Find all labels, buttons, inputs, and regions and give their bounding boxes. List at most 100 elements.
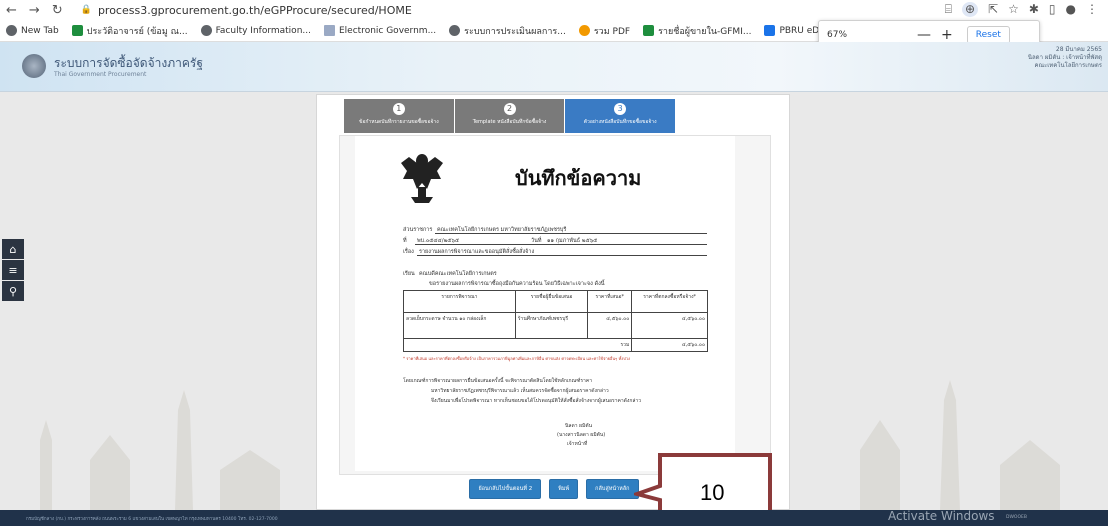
table-header-row: รายการพิจารณา รายชื่อผู้ยื่นข้อเสนอ ราคา… <box>403 290 708 313</box>
table-header: ราคาที่เสนอ* <box>587 290 633 313</box>
bookmark-item[interactable]: New Tab <box>6 25 59 36</box>
search-icon[interactable]: ⚲ <box>2 281 24 301</box>
emblem-icon <box>323 25 335 36</box>
memo-document: บันทึกข้อความ ส่วนราชการ คณะเทคโนโลยีการ… <box>355 136 735 471</box>
step-label: ข้อกำหนดบันทึกรายงานขอซื้อขอจ้าง <box>359 119 439 125</box>
site-subtitle: Thai Government Procurement <box>54 71 147 78</box>
table-header: รายชื่อผู้ยื่นข้อเสนอ <box>514 290 589 313</box>
lock-icon[interactable]: 🔒 <box>81 5 92 15</box>
step-label: Template หนังสือบันทึกข้อซื้อจ้าง <box>472 119 547 125</box>
bookmark-item[interactable]: ประวัติอาจารย์ (ข้อมู ณ... <box>71 24 188 38</box>
step-label: ตัวอย่างหนังสือบันทึกขอซื้อขอจ้าง <box>583 119 657 125</box>
total-label: รวม <box>402 338 633 352</box>
share-icon[interactable]: ⇱ <box>988 2 998 17</box>
agency-label: ส่วนราชการ <box>403 227 433 233</box>
bookmark-item[interactable]: Faculty Information... <box>200 25 311 36</box>
footer-text: กรมบัญชีกลาง (กบ.) กระทรวงการคลัง ถนนพระ… <box>26 516 278 522</box>
bookmark-item[interactable]: รายชื่อผู้ขายใน-GFMI... <box>643 24 751 38</box>
user-info: 28 มีนาคม 2565 นิลดา ผมิตัน : เจ้าหน้าที… <box>1028 46 1102 70</box>
ref-label: ที่ <box>403 238 407 244</box>
browser-nav: ← → ↻ <box>6 3 63 18</box>
url-text[interactable]: process3.gprocurement.go.th/eGPProcure/s… <box>98 4 412 17</box>
table-total-row: รวม ๔,๕๖๐.๐๐ <box>402 338 708 352</box>
table-cell: ร้านศึกษาภัณฑ์เพชรบุรี <box>514 312 589 339</box>
print-button[interactable]: พิมพ์ <box>549 479 579 499</box>
profile-icon[interactable]: ● <box>1066 2 1076 17</box>
step-3[interactable]: 3 ตัวอย่างหนังสือบันทึกขอซื้อขอจ้าง <box>565 99 677 133</box>
table-cell: ลวดเย็บกระดาษ จำนวน ๑๐ กล่องเล็ก <box>403 312 516 339</box>
globe-icon <box>200 25 212 36</box>
bookmark-label: ระบบการประเมินผลการ... <box>464 26 566 37</box>
sheet-icon <box>643 25 655 36</box>
zoom-icon[interactable]: ⊕ <box>961 2 979 17</box>
signer-name: นิลดา ผมิตัน <box>565 423 593 429</box>
user-dept: คณะเทคโนโลยีการเกษตร <box>1034 62 1102 69</box>
bookmark-item[interactable]: ระบบการประเมินผลการ... <box>449 24 566 38</box>
step-2[interactable]: 2 Template หนังสือบันทึกข้อซื้อจ้าง <box>454 99 566 133</box>
bid-table: รายการพิจารณา รายชื่อผู้ยื่นข้อเสนอ ราคา… <box>402 290 708 352</box>
back-to-step2-button[interactable]: ย้อนกลับไปขั้นตอนที่ 2 <box>469 479 542 499</box>
activate-windows-sub: DWOOEB <box>1006 515 1027 520</box>
pdf-icon <box>578 25 590 36</box>
site-header: ระบบการจัดซื้อจัดจ้างภาครัฐ Thai Governm… <box>0 42 1108 92</box>
menu-icon[interactable]: ⋮ <box>1086 2 1098 17</box>
subject-line <box>417 255 707 256</box>
sidebar-icon[interactable]: ▯ <box>1049 2 1056 17</box>
agency-line <box>435 233 707 234</box>
ref-line <box>415 244 707 245</box>
forward-icon[interactable]: → <box>29 3 40 18</box>
request-paragraph: จึงเรียนมาเพื่อโปรดพิจารณา หากเห็นชอบขอไ… <box>431 398 642 404</box>
home-icon[interactable]: ⌂ <box>2 239 24 259</box>
back-icon[interactable]: ← <box>6 3 17 18</box>
translate-icon[interactable]: ⌸ <box>945 2 952 17</box>
intro-text: ขอรายงานผลการพิจารณาซื้อถุงมือกันความร้อ… <box>429 281 605 287</box>
wizard-steps: 1 ข้อกำหนดบันทึกรายงานขอซื้อขอจ้าง 2 Tem… <box>344 99 677 133</box>
site-logo[interactable] <box>22 54 46 78</box>
bookmark-label: New Tab <box>21 25 59 36</box>
garuda-emblem-icon <box>401 154 443 203</box>
menu-list-icon[interactable]: ≡ <box>2 260 24 280</box>
browser-actions: ⌸ ⊕ ⇱ ☆ ✱ ▯ ● ⋮ <box>945 2 1098 17</box>
step-number: 3 <box>614 103 627 115</box>
zoom-in-button[interactable]: + <box>941 27 953 43</box>
bookmark-label: Faculty Information... <box>215 25 311 36</box>
extensions-icon[interactable]: ✱ <box>1029 2 1039 17</box>
total-value: ๔,๕๖๐.๐๐ <box>631 338 708 352</box>
zoom-out-button[interactable]: — <box>917 27 931 43</box>
subject-label: เรื่อง <box>403 249 414 255</box>
document-preview[interactable]: บันทึกข้อความ ส่วนราชการ คณะเทคโนโลยีการ… <box>339 135 771 475</box>
main-panel: 1 ข้อกำหนดบันทึกรายงานขอซื้อขอจ้าง 2 Tem… <box>316 94 790 510</box>
browser-toolbar: ← → ↻ 🔒 process3.gprocurement.go.th/eGPP… <box>0 0 1108 20</box>
table-header: ราคาที่ตกลงซื้อหรือจ้าง* <box>631 290 708 313</box>
bookmark-item[interactable]: รวม PDF <box>578 24 631 38</box>
user-date: 28 มีนาคม 2565 <box>1055 46 1102 53</box>
memo-title: บันทึกข้อความ <box>515 166 642 190</box>
annotation-number: 10 <box>700 480 725 505</box>
step-1[interactable]: 1 ข้อกำหนดบันทึกรายงานขอซื้อขอจ้าง <box>344 99 455 133</box>
user-name: นิลดา ผมิตัน : เจ้าหน้าที่พัสดุ <box>1027 54 1102 61</box>
zoom-level: 67% <box>827 30 848 40</box>
recommend-paragraph: มหาวิทยาลัยราชภัฏเพชรบุรีพิจารณาแล้ว เห็… <box>431 388 609 394</box>
side-toolbar: ⌂ ≡ ⚲ <box>2 239 24 301</box>
home-button[interactable]: กลับสู่หน้าหลัก <box>586 479 639 499</box>
bookmark-label: ประวัติอาจารย์ (ข้อมู ณ... <box>86 26 188 37</box>
step-number: 1 <box>392 103 405 115</box>
table-cell: ๔,๕๖๐.๐๐ <box>631 312 708 339</box>
step-number: 2 <box>503 103 516 115</box>
bookmark-label: Electronic Governm... <box>338 25 437 36</box>
table-row: ลวดเย็บกระดาษ จำนวน ๑๐ กล่องเล็ก ร้านศึก… <box>403 312 708 339</box>
globe-icon <box>449 25 461 36</box>
globe-icon <box>6 25 17 36</box>
activate-windows-watermark: Activate Windows <box>888 509 995 523</box>
bookmark-label: รวม PDF <box>593 26 631 37</box>
star-icon[interactable]: ☆ <box>1008 2 1019 17</box>
bookmark-label: รายชื่อผู้ขายใน-GFMI... <box>658 26 752 37</box>
bookmark-item[interactable]: Electronic Governm... <box>323 25 437 36</box>
address-bar[interactable]: 🔒 process3.gprocurement.go.th/eGPProcure… <box>81 4 412 17</box>
to-value: คณบดีคณะเทคโนโลยีการเกษตร <box>419 271 497 277</box>
document-icon <box>764 25 776 36</box>
table-header: รายการพิจารณา <box>403 290 516 313</box>
table-footnote: * ราคาที่เสนอ และราคาที่ตกลงซื้อหรือจ้าง… <box>403 356 630 361</box>
reload-icon[interactable]: ↻ <box>52 3 63 18</box>
signer-fullname: (นางสาวนิลดา ผมิตัน) <box>557 432 606 438</box>
